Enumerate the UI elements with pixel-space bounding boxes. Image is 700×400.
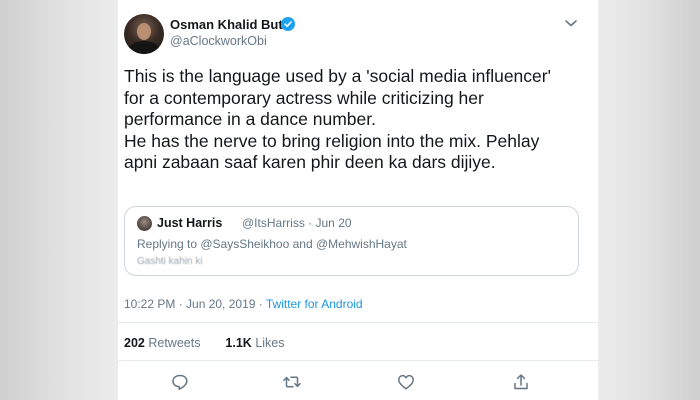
- replying-prefix: Replying to: [137, 237, 201, 251]
- replying-and: and: [289, 237, 316, 251]
- likes-label[interactable]: Likes: [255, 336, 284, 350]
- mention-link[interactable]: @SaysSheikhoo: [200, 237, 289, 251]
- tweet-text-line: apni zabaan saaf karen phir deen ka dars…: [124, 152, 496, 172]
- tweet-text-line: He has the nerve to bring religion into …: [124, 130, 540, 151]
- replying-to-line: Replying to @SaysSheikhoo and @MehwishHa…: [137, 237, 407, 251]
- tweet-timestamp[interactable]: 10:22 PM · Jun 20, 2019 ·: [124, 297, 266, 311]
- mention-link[interactable]: @MehwishHayat: [316, 237, 407, 251]
- heart-icon[interactable]: [396, 372, 416, 392]
- divider: [118, 322, 598, 323]
- background-right: [598, 0, 700, 400]
- quoted-tweet[interactable]: Just Harris @ItsHarriss · Jun 20 Replyin…: [124, 206, 579, 276]
- quoted-tweet-text: Gashti kahin ki: [137, 256, 203, 267]
- retweet-icon[interactable]: [282, 372, 302, 392]
- author-name[interactable]: Osman Khalid Butt: [170, 17, 287, 32]
- background-left: [0, 0, 118, 400]
- tweet-text: This is the language used by a 'social m…: [124, 66, 594, 174]
- share-icon[interactable]: [511, 372, 531, 392]
- tweet-card: Osman Khalid Butt @aClockworkObi This is…: [118, 0, 598, 400]
- quoted-author-avatar: [137, 216, 152, 231]
- author-avatar[interactable]: [124, 14, 164, 54]
- reply-icon[interactable]: [170, 372, 190, 392]
- likes-count[interactable]: 1.1K: [225, 336, 251, 350]
- verified-badge-icon: [281, 17, 295, 31]
- quoted-author-meta: @ItsHarriss · Jun 20: [242, 216, 352, 230]
- tweet-text-line: This is the language used by a 'social m…: [124, 66, 551, 86]
- author-handle[interactable]: @aClockworkObi: [170, 34, 267, 48]
- tweet-source-link[interactable]: Twitter for Android: [266, 297, 363, 311]
- tweet-text-line: performance in a dance number.: [124, 109, 376, 129]
- chevron-down-icon[interactable]: [564, 18, 578, 28]
- tweet-meta: 10:22 PM · Jun 20, 2019 · Twitter for An…: [124, 297, 363, 311]
- tweet-text-line: for a contemporary actress while critici…: [124, 87, 484, 108]
- avatar-face: [137, 23, 151, 40]
- retweets-label[interactable]: Retweets: [148, 336, 200, 350]
- avatar-shoulders: [128, 41, 160, 54]
- retweets-count[interactable]: 202: [124, 336, 145, 350]
- tweet-stats: 202 Retweets 1.1K Likes: [124, 336, 285, 350]
- divider: [118, 360, 598, 361]
- quoted-author-name: Just Harris: [157, 216, 223, 230]
